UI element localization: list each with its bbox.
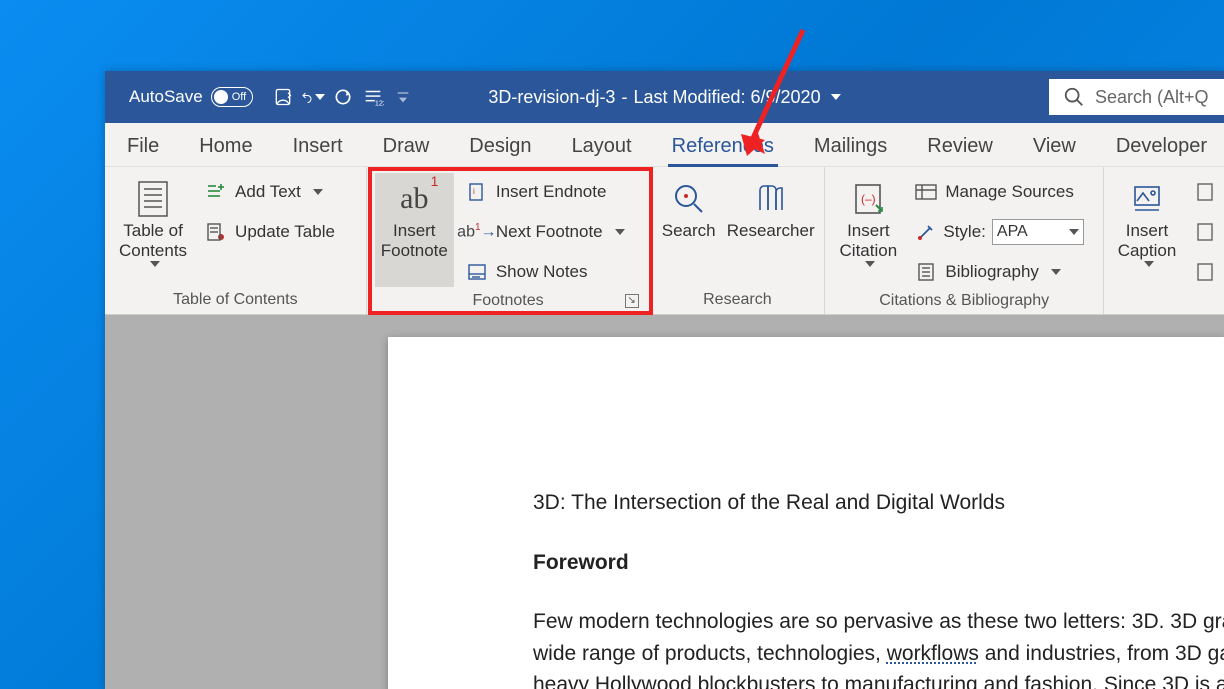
save-icon[interactable] (271, 85, 295, 109)
insert-footnote-button[interactable]: ab 1 Insert Footnote (375, 173, 454, 287)
caption-item-2[interactable] (1188, 215, 1222, 249)
table-of-contents-button[interactable]: Table of Contents (113, 173, 193, 287)
add-text-button[interactable]: Add Text (199, 175, 341, 209)
svg-text:i: i (473, 187, 475, 196)
quick-access-toolbar: 123 (271, 85, 415, 109)
undo-icon[interactable] (301, 85, 325, 109)
search-button[interactable]: Search (658, 173, 719, 287)
tab-design[interactable]: Design (465, 129, 535, 166)
bibliography-icon (915, 261, 937, 283)
add-text-icon (205, 181, 227, 203)
tab-insert[interactable]: Insert (289, 129, 347, 166)
qat-customize-icon[interactable] (391, 85, 415, 109)
style-dropdown[interactable]: Style: APA (909, 215, 1090, 249)
next-footnote-button[interactable]: ab1→ Next Footnote (460, 215, 631, 249)
svg-text:(–): (–) (861, 192, 876, 206)
group-footnotes: ab 1 Insert Footnote i Insert Endnote (367, 167, 651, 314)
paragraph-icon[interactable]: 123 (361, 85, 385, 109)
insert-footnote-icon: ab 1 (400, 177, 428, 221)
group-research: Search Researcher Research (650, 167, 825, 314)
manage-sources-icon (915, 181, 937, 203)
footnotes-dialog-launcher[interactable]: ↘ (625, 294, 639, 308)
group-label-footnotes: Footnotes ↘ (375, 289, 642, 312)
document-title: 3D-revision-dj-3 - Last Modified: 6/9/20… (488, 87, 840, 108)
search-input[interactable]: Search (Alt+Q (1049, 79, 1224, 115)
autosave-switch[interactable]: Off (211, 87, 253, 107)
next-footnote-icon: ab1→ (466, 221, 488, 243)
document-icon (1194, 181, 1216, 203)
researcher-icon (754, 177, 788, 221)
tab-draw[interactable]: Draw (379, 129, 434, 166)
group-label-citations: Citations & Bibliography (833, 289, 1095, 312)
document-area[interactable]: 3D: The Intersection of the Real and Dig… (105, 315, 1224, 689)
ribbon: Table of Contents Add Text ! Upda (105, 167, 1224, 315)
caption-item-3[interactable] (1188, 255, 1222, 289)
group-label-research: Research (658, 287, 816, 312)
document-icon (1194, 221, 1216, 243)
tab-layout[interactable]: Layout (568, 129, 636, 166)
researcher-button[interactable]: Researcher (725, 173, 816, 287)
show-notes-button[interactable]: Show Notes (460, 255, 631, 289)
autosave-label: AutoSave (129, 87, 203, 107)
doc-body: Few modern technologies are so pervasive… (533, 606, 1224, 689)
insert-citation-button[interactable]: (–) Insert Citation (833, 173, 903, 287)
group-citations: (–) Insert Citation Manage Sources (825, 167, 1104, 314)
tab-developer[interactable]: Developer (1112, 129, 1211, 166)
insert-endnote-icon: i (466, 181, 488, 203)
group-captions: Insert Caption (1104, 167, 1224, 314)
search-icon (1063, 86, 1085, 108)
show-notes-icon (466, 261, 488, 283)
svg-text:!: ! (220, 235, 221, 241)
document-page[interactable]: 3D: The Intersection of the Real and Dig… (388, 337, 1224, 689)
tab-file[interactable]: File (123, 129, 163, 166)
insert-caption-button[interactable]: Insert Caption (1112, 173, 1182, 287)
update-table-icon: ! (205, 221, 227, 243)
autosave-toggle[interactable]: AutoSave Off (129, 87, 253, 107)
search-icon (672, 177, 706, 221)
bibliography-button[interactable]: Bibliography (909, 255, 1090, 289)
style-select[interactable]: APA (992, 219, 1084, 245)
tab-review[interactable]: Review (923, 129, 997, 166)
table-of-contents-icon (137, 177, 169, 221)
redo-icon[interactable] (331, 85, 355, 109)
word-window: AutoSave Off 123 3D-revision-dj-3 - (105, 71, 1224, 689)
group-table-of-contents: Table of Contents Add Text ! Upda (105, 167, 367, 314)
svg-text:123: 123 (375, 98, 384, 107)
insert-caption-icon (1131, 177, 1163, 221)
ribbon-tabs: File Home Insert Draw Design Layout Refe… (105, 123, 1224, 167)
tab-view[interactable]: View (1029, 129, 1080, 166)
caption-item-1[interactable] (1188, 175, 1222, 209)
manage-sources-button[interactable]: Manage Sources (909, 175, 1090, 209)
titlebar: AutoSave Off 123 3D-revision-dj-3 - (105, 71, 1224, 123)
group-label-toc: Table of Contents (113, 287, 358, 312)
style-icon (915, 221, 937, 243)
insert-citation-icon: (–) (850, 177, 886, 221)
update-table-button[interactable]: ! Update Table (199, 215, 341, 249)
document-icon (1194, 261, 1216, 283)
tab-home[interactable]: Home (195, 129, 256, 166)
search-placeholder: Search (Alt+Q (1095, 87, 1209, 108)
tab-mailings[interactable]: Mailings (810, 129, 891, 166)
doc-title: 3D: The Intersection of the Real and Dig… (533, 487, 1224, 519)
insert-endnote-button[interactable]: i Insert Endnote (460, 175, 631, 209)
doc-foreword-heading: Foreword (533, 547, 1224, 579)
tab-references[interactable]: References (668, 129, 778, 166)
